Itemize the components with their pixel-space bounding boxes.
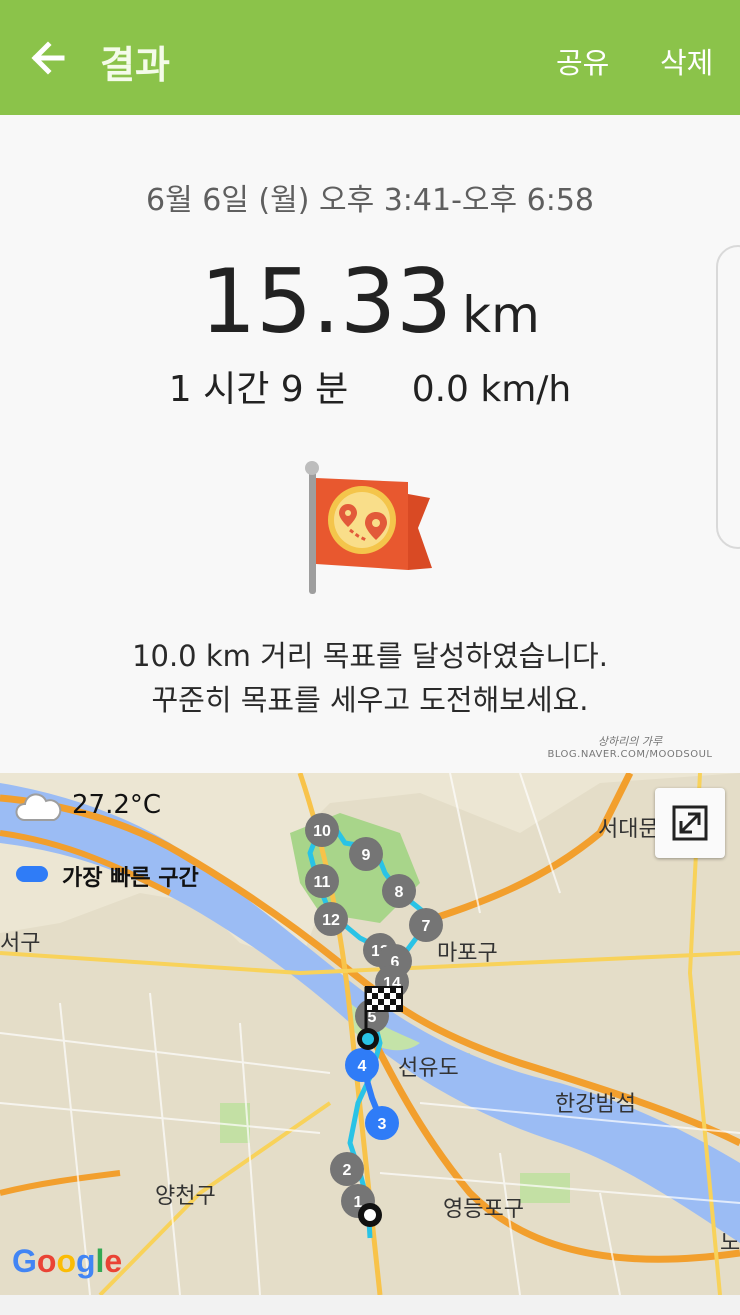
legend-label: 가장 빠른 구간 [62, 866, 199, 891]
route-markers: 10 9 11 8 12 7 13 6 14 5 4 3 2 1 [305, 813, 443, 1227]
cloud-icon [15, 793, 62, 821]
app-bar: 결과 공유 삭제 [0, 0, 740, 115]
marker-10-label: 10 [313, 823, 331, 840]
marker-11-label: 11 [314, 874, 331, 891]
watermark: 상하리의 가루 BLOG.NAVER.COM/MOODSOUL [540, 733, 720, 760]
marker-2-label: 2 [343, 1162, 352, 1179]
marker-10: 10 [305, 813, 339, 847]
marker-12-label: 12 [322, 912, 340, 929]
marker-12: 12 [314, 902, 348, 936]
google-logo: Google [12, 1243, 123, 1279]
marker-9-label: 9 [362, 847, 371, 864]
marker-3: 3 [365, 1106, 399, 1140]
duration-value: 1 시간 9 분 [168, 369, 349, 410]
back-button[interactable] [22, 30, 78, 86]
marker-8: 8 [382, 874, 416, 908]
bottom-bar [0, 1295, 740, 1315]
marker-3-label: 3 [378, 1116, 387, 1133]
marker-7: 7 [409, 908, 443, 942]
delete-button[interactable]: 삭제 [660, 40, 713, 82]
arrow-left-icon [31, 41, 65, 75]
workout-datetime: 6월 6일 (월) 오후 3:41-오후 6:58 [145, 183, 595, 218]
fastest-segment-swatch [16, 866, 48, 882]
marker-9: 9 [349, 837, 383, 871]
marker-11: 11 [305, 864, 339, 898]
start-point-icon [358, 1203, 382, 1227]
goal-message-line-1: 10.0 km 거리 목표를 달성하였습니다. [132, 639, 608, 673]
goal-flag-icon [305, 461, 432, 594]
watermark-name: 상하리의 가루 [597, 735, 663, 748]
marker-2: 2 [330, 1152, 364, 1186]
distance-value: 15.33 [200, 250, 453, 353]
speed-value: 0.0 km/h [411, 369, 572, 410]
expand-map-button[interactable] [655, 788, 725, 858]
marker-4-label: 4 [358, 1058, 367, 1075]
marker-4: 4 [345, 1048, 379, 1082]
marker-8-label: 8 [395, 884, 404, 901]
route-map[interactable]: 서대문 서구 마포구 선유도 한강밤섬 양천구 영등포구 노 10 9 11 8… [0, 773, 740, 1295]
distance-display: 15.33 km [0, 250, 740, 353]
workout-stats: 1 시간 9 분 0.0 km/h [0, 360, 740, 412]
end-point-icon [357, 1028, 379, 1050]
goal-message-line-2: 꾸준히 목표를 세우고 도전해보세요. [151, 683, 589, 717]
watermark-url: BLOG.NAVER.COM/MOODSOUL [547, 749, 713, 760]
expand-icon [672, 805, 708, 841]
marker-7-label: 7 [422, 918, 431, 935]
temperature-value: 27.2°C [72, 790, 162, 820]
share-button[interactable]: 공유 [556, 40, 609, 82]
page-title: 결과 [100, 43, 170, 87]
distance-unit: km [462, 286, 540, 344]
